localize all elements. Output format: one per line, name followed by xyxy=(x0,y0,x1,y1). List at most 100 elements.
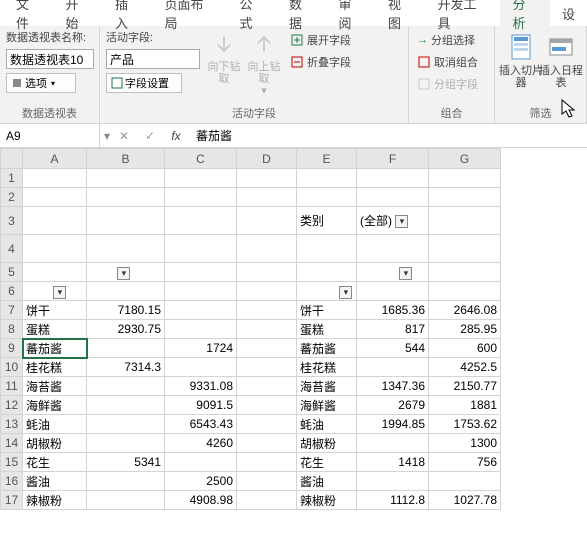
pivot2-row-4-v1[interactable]: 2150.77 xyxy=(429,377,501,396)
dropdown-icon[interactable]: ▾ xyxy=(117,267,130,280)
pivot2-rowhdr[interactable]: 行标签 ▾ xyxy=(297,282,357,301)
pivot2-row-9-v1[interactable] xyxy=(429,472,501,491)
pivot2-row-0-v1[interactable]: 2646.08 xyxy=(429,301,501,320)
collapse-field-button[interactable]: 折叠字段 xyxy=(288,51,353,73)
cell-4-2[interactable] xyxy=(165,235,237,263)
pivot2-row-9-v0[interactable] xyxy=(357,472,429,491)
pivot2-row-6-v0[interactable]: 1994.85 xyxy=(357,415,429,434)
cell-4-0[interactable] xyxy=(23,235,87,263)
row-header-7[interactable]: 7 xyxy=(1,301,23,320)
pivot2-row-2-label[interactable]: 蕃茄酱 xyxy=(297,339,357,358)
pivot2-row-10-label[interactable]: 辣椒粉 xyxy=(297,491,357,510)
pivot2-row-3-label[interactable]: 桂花糕 xyxy=(297,358,357,377)
row-header-3[interactable]: 3 xyxy=(1,207,23,235)
pivot1-row-9-v1[interactable]: 2500 xyxy=(165,472,237,491)
col-header-C[interactable]: C xyxy=(165,149,237,169)
pivot1-row-7-v1[interactable]: 4260 xyxy=(165,434,237,453)
pivot2-row-1-label[interactable]: 蛋糕 xyxy=(297,320,357,339)
cell-5-3[interactable] xyxy=(237,263,297,282)
dropdown-icon[interactable]: ▾ xyxy=(395,215,408,228)
pivot2-row-2-v0[interactable]: 544 xyxy=(357,339,429,358)
cell-1-2[interactable] xyxy=(165,169,237,188)
col-header-D[interactable]: D xyxy=(237,149,297,169)
group-select-button[interactable]: →分组选择 xyxy=(415,29,488,51)
pivot2-row-8-v0[interactable]: 1418 xyxy=(357,453,429,472)
pivot2-row-4-v0[interactable]: 1347.36 xyxy=(357,377,429,396)
cell-3-0[interactable] xyxy=(23,207,87,235)
row-header-9[interactable]: 9 xyxy=(1,339,23,358)
spreadsheet-grid[interactable]: ABCDEFG123类别(全部) ▾45求和项:销类别 ▾求和项:销列标签 ▾6… xyxy=(0,148,587,510)
col-header-E[interactable]: E xyxy=(297,149,357,169)
row-header-4[interactable]: 4 xyxy=(1,235,23,263)
row-header-11[interactable]: 11 xyxy=(1,377,23,396)
pivot2-row-7-v1[interactable]: 1300 xyxy=(429,434,501,453)
row-header-17[interactable]: 17 xyxy=(1,491,23,510)
pivot2-row-10-v1[interactable]: 1027.78 xyxy=(429,491,501,510)
cell-13-3[interactable] xyxy=(237,415,297,434)
pivot1-row-6-v1[interactable]: 6543.43 xyxy=(165,415,237,434)
pivot1-row-3-label[interactable]: 桂花糕 xyxy=(23,358,87,377)
options-button[interactable]: 选项 xyxy=(6,73,76,93)
pivot1-row-10-v1[interactable]: 4908.98 xyxy=(165,491,237,510)
insert-timeline-button[interactable]: 插入日程表 xyxy=(541,29,581,103)
col-header-B[interactable]: B xyxy=(87,149,165,169)
cell-7-3[interactable] xyxy=(237,301,297,320)
cell-11-3[interactable] xyxy=(237,377,297,396)
pivot1-row-8-v0[interactable]: 5341 xyxy=(87,453,165,472)
pivot1-row-7-v0[interactable] xyxy=(87,434,165,453)
pivot1-row-3-v0[interactable]: 7314.3 xyxy=(87,358,165,377)
cell-3-3[interactable] xyxy=(237,207,297,235)
cell-4-3[interactable] xyxy=(237,235,297,263)
pivot2-row-3-v1[interactable]: 4252.5 xyxy=(429,358,501,377)
ribbon-tab-10[interactable]: 设 xyxy=(550,0,587,27)
row-header-1[interactable]: 1 xyxy=(1,169,23,188)
pivot2-row-7-v0[interactable] xyxy=(357,434,429,453)
field-settings-button[interactable]: 字段设置 xyxy=(106,73,182,93)
cell-16-3[interactable] xyxy=(237,472,297,491)
cell-1-3[interactable] xyxy=(237,169,297,188)
cell-3-2[interactable] xyxy=(165,207,237,235)
formula-value[interactable]: 蕃茄酱 xyxy=(192,127,232,144)
pivot1-row-8-label[interactable]: 花生 xyxy=(23,453,87,472)
pivot2-row-5-v1[interactable]: 1881 xyxy=(429,396,501,415)
pivot1-row-4-v1[interactable]: 9331.08 xyxy=(165,377,237,396)
pivot1-blank[interactable] xyxy=(165,263,237,282)
pivot1-row-0-label[interactable]: 饼干 xyxy=(23,301,87,320)
pivot1-row-9-label[interactable]: 酱油 xyxy=(23,472,87,491)
pivot2-row-1-v1[interactable]: 285.95 xyxy=(429,320,501,339)
cell-4-4[interactable] xyxy=(297,235,357,263)
pivot2-row-9-label[interactable]: 酱油 xyxy=(297,472,357,491)
row-header-5[interactable]: 5 xyxy=(1,263,23,282)
row-header-6[interactable]: 6 xyxy=(1,282,23,301)
pivot2-row-8-label[interactable]: 花生 xyxy=(297,453,357,472)
cell-2-0[interactable] xyxy=(23,188,87,207)
cell-2-6[interactable] xyxy=(429,188,501,207)
row-header-10[interactable]: 10 xyxy=(1,358,23,377)
pivot1-row-1-label[interactable]: 蛋糕 xyxy=(23,320,87,339)
pivot2-col-1[interactable]: 2 季度 xyxy=(429,282,501,301)
pivot1-row-2-label[interactable]: 蕃茄酱 xyxy=(23,339,87,358)
cell-2-5[interactable] xyxy=(357,188,429,207)
pivot2-row-5-v0[interactable]: 2679 xyxy=(357,396,429,415)
cell-2-2[interactable] xyxy=(165,188,237,207)
cell-3-1[interactable] xyxy=(87,207,165,235)
cell-1-4[interactable] xyxy=(297,169,357,188)
expand-field-button[interactable]: 展开字段 xyxy=(288,29,353,51)
dropdown-icon[interactable]: ▾ xyxy=(339,286,352,299)
pivot1-col-1[interactable]: 调味品 xyxy=(165,282,237,301)
cell-3-6[interactable] xyxy=(429,207,501,235)
cell-14-3[interactable] xyxy=(237,434,297,453)
pivot1-row-10-v0[interactable] xyxy=(87,491,165,510)
cell-12-3[interactable] xyxy=(237,396,297,415)
cell-9-3[interactable] xyxy=(237,339,297,358)
row-header-16[interactable]: 16 xyxy=(1,472,23,491)
col-header-A[interactable]: A xyxy=(23,149,87,169)
col-header-G[interactable]: G xyxy=(429,149,501,169)
dropdown-icon[interactable]: ▾ xyxy=(53,286,66,299)
pivot2-row-3-v0[interactable] xyxy=(357,358,429,377)
fx-icon[interactable]: fx xyxy=(166,129,186,143)
pivot2-row-8-v1[interactable]: 756 xyxy=(429,453,501,472)
insert-slicer-button[interactable]: 插入切片器 xyxy=(501,29,541,103)
cell-2-1[interactable] xyxy=(87,188,165,207)
pivot2-row-1-v0[interactable]: 817 xyxy=(357,320,429,339)
